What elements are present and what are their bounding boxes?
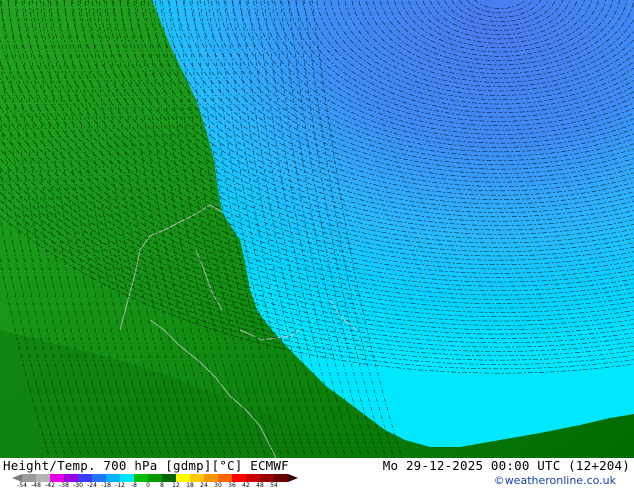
scale-tick-label: 48: [256, 482, 264, 489]
scale-left-arrow: [12, 474, 22, 482]
scale-tick-label: 42: [242, 482, 250, 489]
scale-tick-label: -38: [59, 482, 69, 489]
scale-swatch: [232, 474, 246, 482]
scale-swatch: [22, 474, 36, 482]
scale-swatch: [64, 474, 78, 482]
scale-tick-label: 12: [172, 482, 180, 489]
scale-swatch: [50, 474, 64, 482]
scale-tick-label: 24: [200, 482, 208, 489]
scale-tick-label: -24: [87, 482, 97, 489]
scale-tick-label: -12: [115, 482, 125, 489]
scale-swatch: [260, 474, 274, 482]
scale-swatch: [274, 474, 288, 482]
scale-swatch: [218, 474, 232, 482]
scale-swatch: [78, 474, 92, 482]
scale-swatch: [190, 474, 204, 482]
scale-ticks: -54 -48 -42 -38 -30 -24 -18 -12 -8 0 8 12 18 24 30 36 42…: [17, 482, 288, 490]
scale-tick-label: 54: [270, 482, 278, 489]
scale-swatch: [120, 474, 134, 482]
scale-tick-label: 8: [160, 482, 164, 489]
scale-tick-label: 18: [186, 482, 194, 489]
map-title: Height/Temp. 700 hPa [gdmp][°C] ECMWF: [3, 458, 289, 473]
scale-tick-label: -8: [131, 482, 137, 489]
scale-swatch: [148, 474, 162, 482]
scale-swatch: [106, 474, 120, 482]
scale-swatch: [134, 474, 148, 482]
scale-bar: [22, 474, 288, 482]
site-credit[interactable]: ©weatheronline.co.uk: [494, 474, 616, 487]
map-canvas: [0, 0, 634, 458]
scale-right-arrow: [288, 474, 298, 482]
scale-swatch: [176, 474, 190, 482]
scale-tick-label: -54: [17, 482, 27, 489]
color-scale: -54 -48 -42 -38 -30 -24 -18 -12 -8 0 8 12 18 24 30 36 42…: [12, 474, 298, 490]
scale-tick-label: -48: [31, 482, 41, 489]
valid-time: Mo 29-12-2025 00:00 UTC (12+204): [382, 458, 630, 473]
scale-tick-label: 36: [228, 482, 236, 489]
scale-swatch: [246, 474, 260, 482]
map-footer: Height/Temp. 700 hPa [gdmp][°C] ECMWF Mo…: [0, 458, 634, 490]
scale-swatch: [36, 474, 50, 482]
scale-tick-label: 30: [214, 482, 222, 489]
weather-map: [0, 0, 634, 458]
scale-swatch: [204, 474, 218, 482]
scale-tick-label: 0: [146, 482, 150, 489]
scale-tick-label: -42: [45, 482, 55, 489]
scale-swatch: [162, 474, 176, 482]
scale-tick-label: -30: [73, 482, 83, 489]
scale-swatch: [92, 474, 106, 482]
scale-tick-label: -18: [101, 482, 111, 489]
